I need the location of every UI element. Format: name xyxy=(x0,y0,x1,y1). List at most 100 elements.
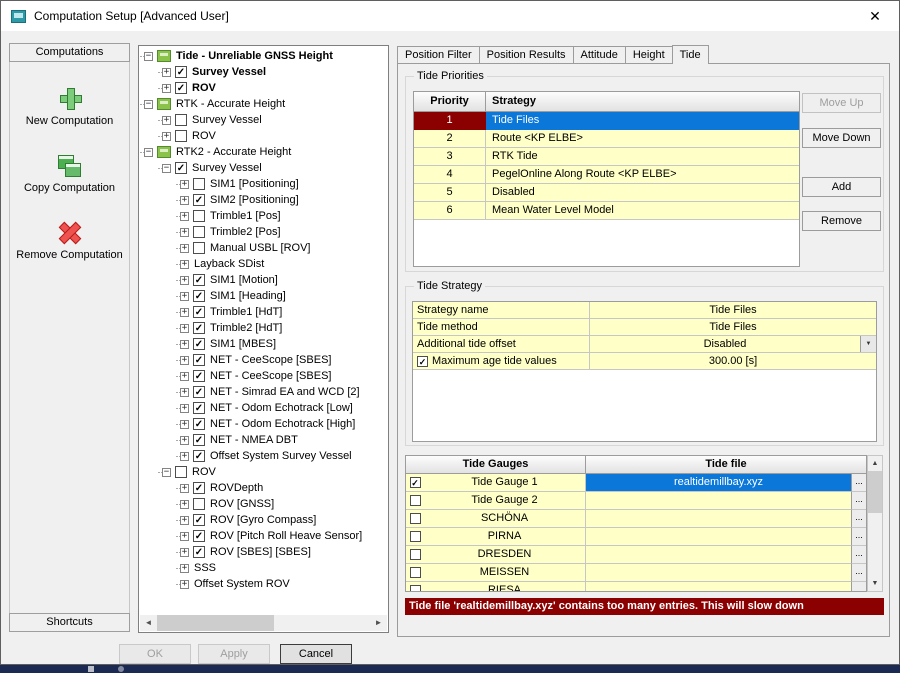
tree-item[interactable]: +✓NET - NMEA DBT xyxy=(140,432,387,448)
expand-icon[interactable]: + xyxy=(180,388,189,397)
expand-icon[interactable]: + xyxy=(180,292,189,301)
tree-item[interactable]: −RTK - Accurate Height xyxy=(140,96,387,112)
gauge-name-cell[interactable]: SCHÖNA xyxy=(424,510,586,528)
strategy-cell[interactable]: RTK Tide xyxy=(486,148,799,166)
strategy-cell[interactable]: Disabled xyxy=(486,184,799,202)
browse-button[interactable]: ... xyxy=(851,582,866,592)
tree-checkbox[interactable]: ✓ xyxy=(193,306,205,318)
tree-item[interactable]: +SIM1 [Positioning] xyxy=(140,176,387,192)
expand-icon[interactable]: + xyxy=(162,84,171,93)
tree-checkbox[interactable]: ✓ xyxy=(193,434,205,446)
close-button[interactable]: ✕ xyxy=(861,8,889,25)
tree-checkbox[interactable]: ✓ xyxy=(193,418,205,430)
gauge-file-cell[interactable]: realtidemillbay.xyz xyxy=(586,474,851,492)
tree-item[interactable]: +SSS xyxy=(140,560,387,576)
expand-icon[interactable]: + xyxy=(162,68,171,77)
gauge-checkbox[interactable] xyxy=(410,531,421,542)
expand-icon[interactable]: + xyxy=(162,132,171,141)
tree-item[interactable]: +✓NET - Simrad EA and WCD [2] xyxy=(140,384,387,400)
gauge-checkbox[interactable] xyxy=(410,513,421,524)
tree-checkbox[interactable] xyxy=(175,114,187,126)
taskbar[interactable] xyxy=(0,665,900,673)
tree-item[interactable]: +✓ROV [Gyro Compass] xyxy=(140,512,387,528)
tree-checkbox[interactable]: ✓ xyxy=(193,530,205,542)
strategy-cell[interactable]: PegelOnline Along Route <KP ELBE> xyxy=(486,166,799,184)
tree-item[interactable]: +ROV xyxy=(140,128,387,144)
tree-item[interactable]: +✓ROV xyxy=(140,80,387,96)
gauge-check-cell[interactable]: ✓ xyxy=(406,474,424,492)
scroll-up-icon[interactable]: ▲ xyxy=(868,456,882,471)
browse-button[interactable]: ... xyxy=(851,474,866,492)
tree-item[interactable]: +✓Survey Vessel xyxy=(140,64,387,80)
gauge-check-cell[interactable] xyxy=(406,492,424,510)
tree-item[interactable]: +✓ROVDepth xyxy=(140,480,387,496)
tree-checkbox[interactable]: ✓ xyxy=(175,82,187,94)
expand-icon[interactable]: + xyxy=(180,404,189,413)
expand-icon[interactable]: + xyxy=(180,260,189,269)
computations-header-button[interactable]: Computations xyxy=(9,43,130,62)
tab-attitude[interactable]: Attitude xyxy=(573,46,626,63)
priority-row[interactable]: 6Mean Water Level Model xyxy=(414,202,799,220)
strategy-value-cell[interactable]: Tide Files xyxy=(590,319,876,335)
tree-item[interactable]: +✓Offset System Survey Vessel xyxy=(140,448,387,464)
gauge-file-cell[interactable] xyxy=(586,546,851,564)
expand-icon[interactable]: + xyxy=(180,532,189,541)
gauge-file-cell[interactable] xyxy=(586,528,851,546)
tree-item[interactable]: +✓SIM1 [Heading] xyxy=(140,288,387,304)
tree-item[interactable]: +✓ROV [SBES] [SBES] xyxy=(140,544,387,560)
strategy-value-cell[interactable]: 300.00 [s] xyxy=(590,353,876,369)
tree-item[interactable]: −RTK2 - Accurate Height xyxy=(140,144,387,160)
shortcuts-button[interactable]: Shortcuts xyxy=(9,613,130,632)
dropdown-arrow-icon[interactable]: ▼ xyxy=(860,336,876,352)
tree-item[interactable]: +✓Trimble2 [HdT] xyxy=(140,320,387,336)
expand-icon[interactable]: + xyxy=(162,116,171,125)
tree-item[interactable]: +✓NET - CeeScope [SBES] xyxy=(140,352,387,368)
gauge-file-cell[interactable] xyxy=(586,492,851,510)
expand-icon[interactable]: + xyxy=(180,340,189,349)
strategy-name-cell[interactable]: Tide method xyxy=(413,319,590,335)
priority-cell[interactable]: 3 xyxy=(414,148,486,166)
expand-icon[interactable]: + xyxy=(180,356,189,365)
collapse-icon[interactable]: − xyxy=(162,164,171,173)
tree-checkbox[interactable]: ✓ xyxy=(193,322,205,334)
gauges-vertical-scrollbar[interactable]: ▲ ▼ xyxy=(867,455,883,592)
tree-checkbox[interactable] xyxy=(193,498,205,510)
tree-checkbox[interactable]: ✓ xyxy=(193,194,205,206)
tree-item[interactable]: −Tide - Unreliable GNSS Height xyxy=(140,48,387,64)
move-down-button[interactable]: Move Down xyxy=(802,128,881,148)
tree-checkbox[interactable]: ✓ xyxy=(175,162,187,174)
priority-row[interactable]: 1Tide Files xyxy=(414,112,799,130)
tab-position-filter[interactable]: Position Filter xyxy=(397,46,480,63)
tree-checkbox[interactable] xyxy=(193,178,205,190)
gauge-name-cell[interactable]: DRESDEN xyxy=(424,546,586,564)
browse-button[interactable]: ... xyxy=(851,510,866,528)
gauge-check-cell[interactable] xyxy=(406,582,424,592)
gauge-name-cell[interactable]: MEISSEN xyxy=(424,564,586,582)
strategy-name-cell[interactable]: ✓Maximum age tide values xyxy=(413,353,590,369)
gauge-name-cell[interactable]: PIRNA xyxy=(424,528,586,546)
expand-icon[interactable]: + xyxy=(180,500,189,509)
expand-icon[interactable]: + xyxy=(180,548,189,557)
tree-item[interactable]: +Layback SDist xyxy=(140,256,387,272)
priority-cell[interactable]: 5 xyxy=(414,184,486,202)
strategy-name-cell[interactable]: Strategy name xyxy=(413,302,590,318)
tree-checkbox[interactable]: ✓ xyxy=(193,402,205,414)
browse-button[interactable]: ... xyxy=(851,546,866,564)
tree-checkbox[interactable]: ✓ xyxy=(193,338,205,350)
gauge-checkbox[interactable]: ✓ xyxy=(410,477,421,488)
strategy-value-cell[interactable]: Tide Files xyxy=(590,302,876,318)
expand-icon[interactable]: + xyxy=(180,196,189,205)
priority-cell[interactable]: 6 xyxy=(414,202,486,220)
tree-item[interactable]: −ROV xyxy=(140,464,387,480)
expand-icon[interactable]: + xyxy=(180,484,189,493)
collapse-icon[interactable]: − xyxy=(144,52,153,61)
tree-item[interactable]: +Manual USBL [ROV] xyxy=(140,240,387,256)
expand-icon[interactable]: + xyxy=(180,244,189,253)
expand-icon[interactable]: + xyxy=(180,228,189,237)
expand-icon[interactable]: + xyxy=(180,308,189,317)
scroll-down-icon[interactable]: ▼ xyxy=(868,576,882,591)
tree-item[interactable]: +✓NET - CeeScope [SBES] xyxy=(140,368,387,384)
tree-item[interactable]: +Trimble1 [Pos] xyxy=(140,208,387,224)
sidebar-action-remove-computation[interactable]: Remove Computation xyxy=(16,220,122,261)
tree-checkbox[interactable] xyxy=(193,226,205,238)
